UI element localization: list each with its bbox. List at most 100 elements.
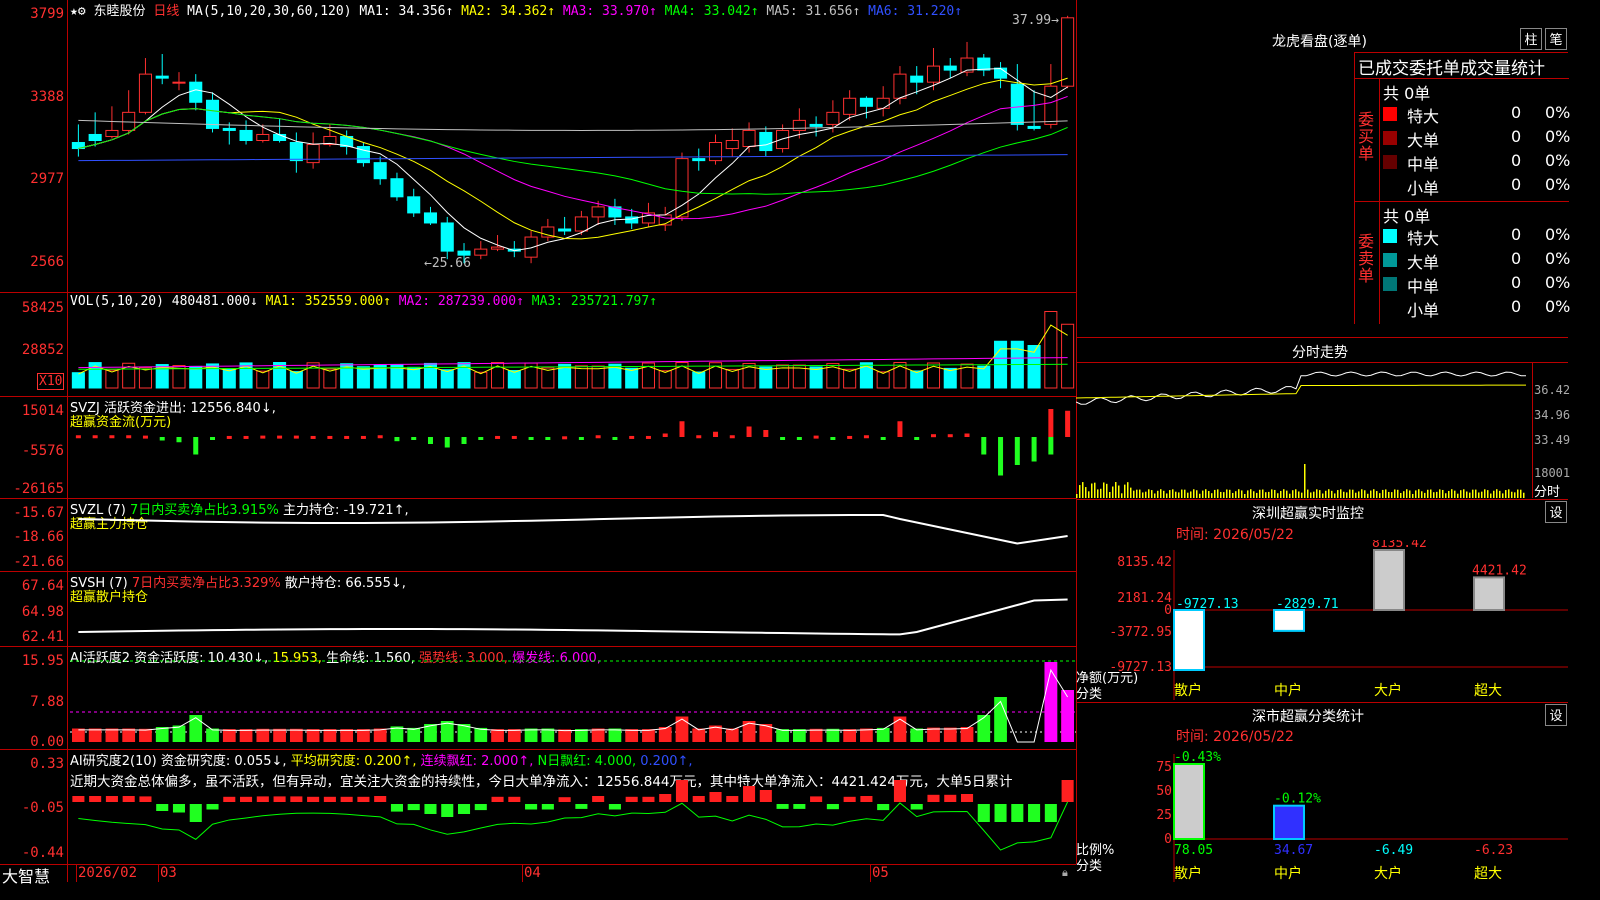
research-bar bbox=[1061, 780, 1074, 802]
intraday-vol-bar bbox=[1457, 493, 1459, 498]
sz-monitor-panel[interactable]: 8135.42 2181.24 0 -3772.95 -9727.13 -9727.13 散… bbox=[1076, 540, 1568, 702]
intraday-vol-bar bbox=[1187, 492, 1189, 498]
intraday-vol-bar bbox=[1280, 490, 1282, 498]
svzl-panel[interactable]: SVZL (7) 7日内买卖净占比3.915% 主力持仓: -19.721↑, … bbox=[0, 499, 1076, 571]
date-label: 2026/02 bbox=[78, 865, 138, 881]
activity-bar bbox=[189, 715, 203, 742]
intraday-vol-bar bbox=[1496, 489, 1498, 498]
intraday-vol-bar bbox=[1520, 489, 1522, 498]
activity-bar bbox=[289, 728, 303, 742]
ma-line bbox=[78, 154, 1068, 162]
activity-bar bbox=[826, 728, 840, 742]
activity-bar bbox=[88, 728, 102, 742]
sz-class-chart[interactable]: 75 50 25 0 -0.43% 78.05 散户 -0.12% 34.67 中户 -6.49 大户… bbox=[1076, 744, 1568, 882]
research-bar bbox=[843, 796, 856, 802]
research-bar bbox=[944, 794, 957, 802]
volume-bar bbox=[1061, 323, 1075, 389]
intraday-vol-bar bbox=[1490, 493, 1492, 498]
activity-bar bbox=[373, 728, 387, 742]
volume-bar bbox=[574, 365, 588, 389]
volume-bar bbox=[943, 367, 957, 389]
y-label: 15014 bbox=[21, 403, 64, 419]
research-bar bbox=[726, 796, 739, 802]
sz-monitor-chart[interactable]: 8135.422181.240-3772.95-9727.13-9727.13散… bbox=[1076, 540, 1568, 700]
order-count: 0 bbox=[1511, 273, 1522, 292]
flow-bar bbox=[964, 433, 970, 437]
kline-panel[interactable]: ★⚙ 东睦股份 日线 MA(5,10,20,30,60,120) MA1: 34… bbox=[0, 0, 1076, 292]
position-line bbox=[78, 598, 1068, 636]
ai-research-panel[interactable]: AI研究度2(10) 资金研究度: 0.055↓, 平均研究度: 0.200↑,… bbox=[0, 750, 1076, 864]
flow-bar bbox=[92, 435, 98, 439]
volume-chart[interactable] bbox=[70, 293, 1076, 396]
activity-bar bbox=[960, 727, 974, 742]
vol-unit-button[interactable]: X10 bbox=[37, 373, 65, 390]
intraday-vol-bar bbox=[1310, 492, 1312, 498]
intraday-vol-bar bbox=[1454, 490, 1456, 498]
research-bar bbox=[290, 796, 303, 802]
intraday-vol-bar bbox=[1271, 489, 1273, 498]
intraday-vol-bar bbox=[1421, 491, 1423, 498]
monitor-bar bbox=[1373, 549, 1405, 611]
intraday-vol-bar bbox=[1445, 493, 1447, 498]
intraday-vol-bar bbox=[1313, 491, 1315, 498]
intraday-vol-bar bbox=[1481, 491, 1483, 498]
research-bar bbox=[89, 796, 102, 802]
volume-panel[interactable]: VOL(5,10,20) 480481.000↓ MA1: 352559.000… bbox=[0, 293, 1076, 396]
volume-bar bbox=[910, 370, 924, 389]
activity-bar bbox=[306, 729, 320, 742]
intraday-vol-bar bbox=[1133, 490, 1135, 498]
intraday-vol-bar bbox=[1208, 491, 1210, 498]
intraday-vol-bar bbox=[1160, 489, 1162, 498]
intraday-vol-bar bbox=[1337, 490, 1339, 498]
sz-monitor-settings-button[interactable]: 设 bbox=[1545, 501, 1567, 523]
y-label: 2566 bbox=[30, 254, 64, 270]
candle bbox=[491, 246, 505, 250]
candle bbox=[809, 123, 823, 127]
kline-chart[interactable] bbox=[70, 0, 1076, 292]
intraday-vol-bar bbox=[1115, 482, 1117, 498]
research-bar bbox=[558, 797, 571, 802]
flow-bar bbox=[629, 435, 635, 439]
ai-activity-panel[interactable]: AI活跃度2 资金活跃度: 10.430↓, 15.953, 生命线: 1.56… bbox=[0, 647, 1076, 750]
svsh-chart[interactable] bbox=[70, 572, 1076, 646]
lock-icon[interactable]: 🔒︎ bbox=[1062, 866, 1068, 880]
svzj-chart[interactable] bbox=[70, 397, 1076, 498]
intraday-vol-bar bbox=[1319, 490, 1321, 498]
intraday-vol-bar bbox=[1409, 490, 1411, 498]
y-label: -0.44 bbox=[21, 845, 64, 861]
volume-bar bbox=[1044, 311, 1058, 389]
sz-class-settings-button[interactable]: 设 bbox=[1545, 704, 1567, 726]
intraday-vol-bar bbox=[1244, 493, 1246, 498]
candle bbox=[759, 131, 773, 152]
y-label: 2977 bbox=[30, 171, 64, 187]
category-label: 超大 bbox=[1474, 866, 1502, 882]
intraday-vol-bar bbox=[1295, 489, 1297, 498]
research-bar bbox=[592, 796, 605, 802]
tick-view-button[interactable]: 笔 bbox=[1545, 28, 1567, 50]
intraday-chart[interactable] bbox=[1076, 362, 1532, 498]
legend-swatch bbox=[1383, 107, 1397, 121]
order-count: 0 bbox=[1511, 249, 1522, 268]
svzl-chart[interactable] bbox=[70, 499, 1076, 571]
column-view-button[interactable]: 柱 bbox=[1520, 28, 1542, 50]
ai-activity-chart[interactable] bbox=[70, 647, 1076, 749]
svzj-panel[interactable]: SVZJ 活跃资金进出: 12556.840↓, 超赢资金流(万元) 15014… bbox=[0, 397, 1076, 498]
intraday-vol-bar bbox=[1241, 490, 1243, 498]
research-bar bbox=[307, 796, 320, 802]
sz-class-panel[interactable]: 75 50 25 0 -0.43% 78.05 散户 -0.12% 34.67 中户 -6.49 大户… bbox=[1076, 744, 1568, 882]
research-bar bbox=[793, 804, 806, 809]
candle bbox=[826, 111, 840, 125]
svsh-panel[interactable]: SVSH (7) 7日内买卖净占比3.329% 散户持仓: 66.555↓, 超… bbox=[0, 572, 1076, 646]
intraday-vol-bar bbox=[1493, 490, 1495, 498]
intraday-vol-bar bbox=[1427, 489, 1429, 498]
intraday-vol-bar bbox=[1304, 464, 1306, 498]
order-pct: 0% bbox=[1545, 225, 1571, 244]
intraday-vol-bar bbox=[1334, 493, 1336, 498]
flow-bar bbox=[780, 437, 786, 440]
intraday-panel[interactable]: 36.42 34.96 33.49 18001 分时 bbox=[1076, 362, 1570, 500]
activity-bar bbox=[407, 727, 421, 742]
ai-research-chart[interactable] bbox=[70, 750, 1076, 864]
volume-bar bbox=[541, 367, 555, 389]
brand-logo[interactable]: 大智慧 bbox=[2, 863, 50, 887]
y-label: 8135.42 bbox=[1117, 555, 1172, 570]
